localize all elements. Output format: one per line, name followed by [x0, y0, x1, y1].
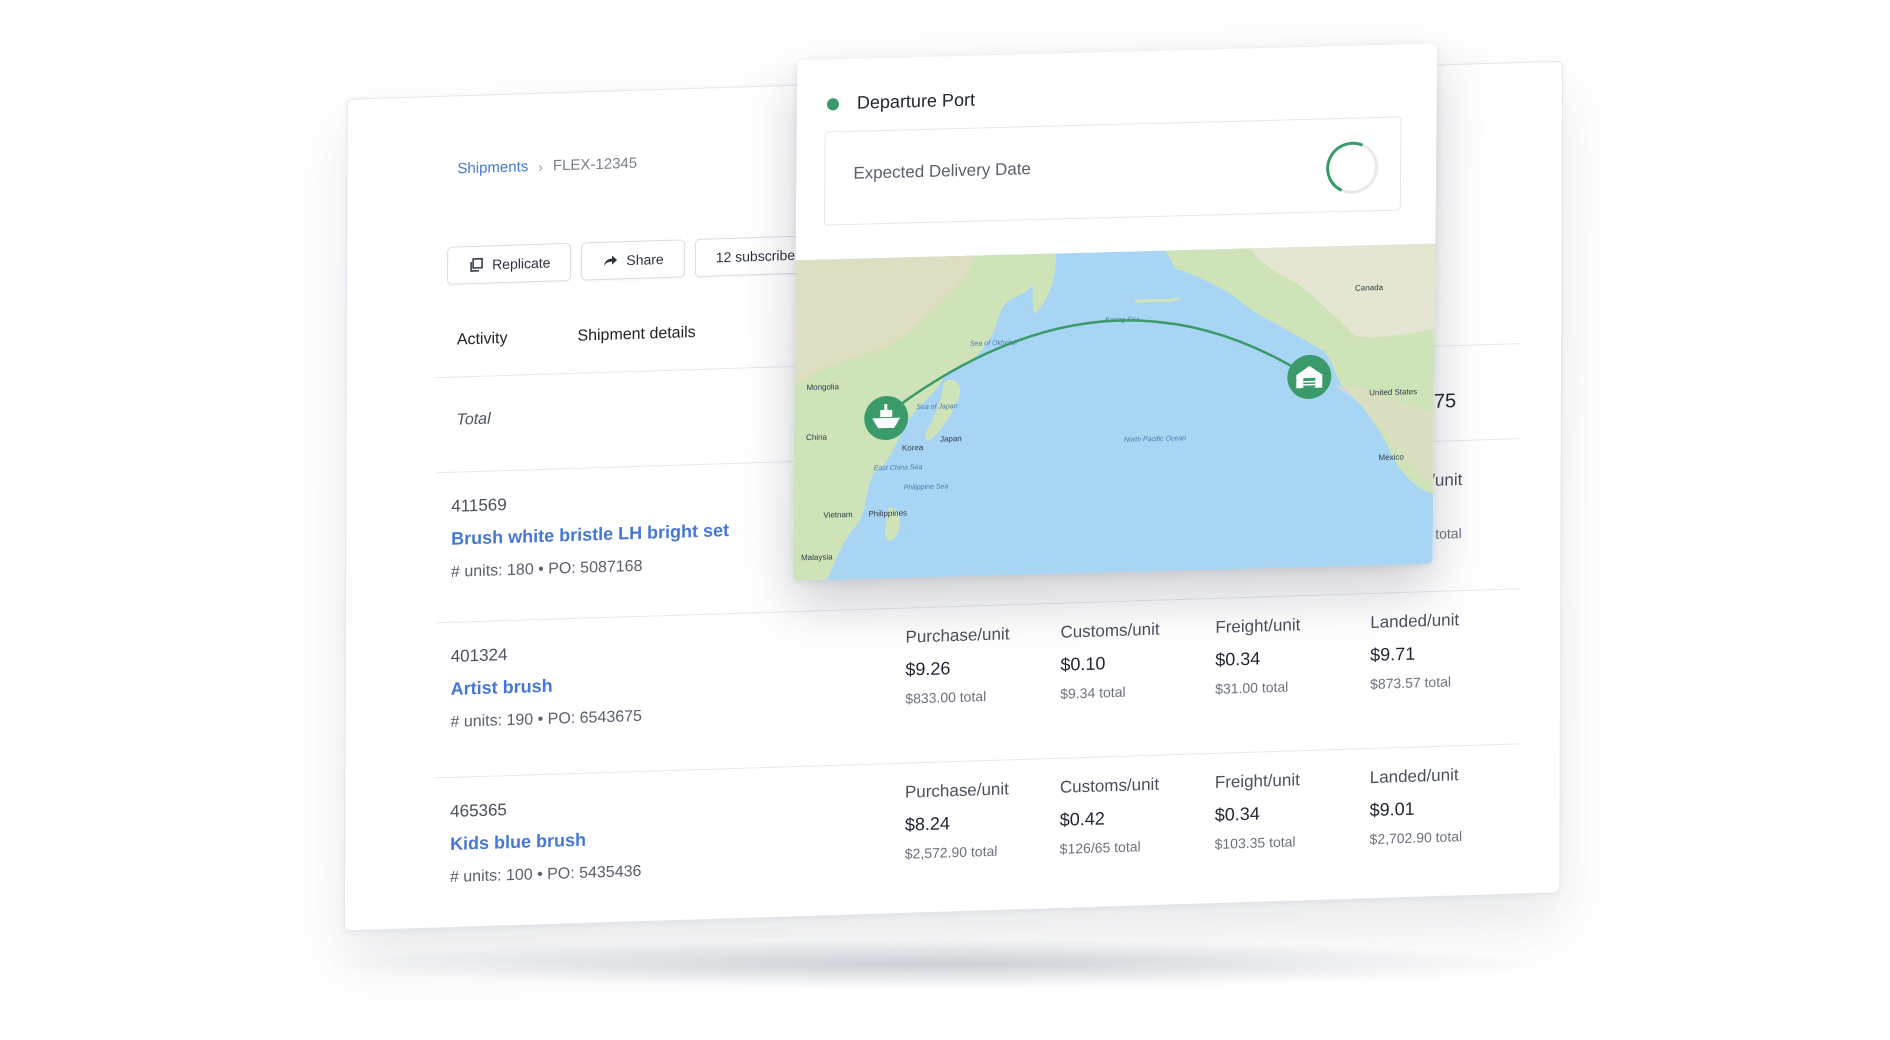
units-po: # units: 190 • PO: 6543675 — [450, 707, 642, 731]
freight-value: $0.34 — [1215, 648, 1261, 670]
share-arrow-icon — [604, 255, 618, 266]
shipment-route-popup: Departure Port Expected Delivery Date Mo… — [792, 43, 1438, 581]
cost-columns: Purchase/unit $8.24 $2,572.90 total Cust… — [904, 763, 1525, 862]
floor-shadow — [330, 940, 1540, 988]
product-link[interactable]: Brush white bristle LH bright set — [451, 520, 729, 550]
customs-column: Customs/unit $0.42 $126/65 total — [1060, 773, 1215, 857]
toolbar: Replicate Share 12 subscribers — [447, 234, 828, 285]
freight-column: Freight/unit $0.34 $103.35 total — [1215, 768, 1370, 852]
customs-column: Customs/unit $0.10 $9.34 total — [1060, 618, 1215, 702]
departure-port-header: Departure Port — [826, 89, 976, 115]
map-label: East China Sea — [874, 464, 923, 472]
purchase-label: Purchase/unit — [905, 624, 1010, 647]
product-link[interactable]: Artist brush — [451, 676, 553, 700]
share-button[interactable]: Share — [581, 239, 685, 281]
tab-shipment-details[interactable]: Shipment details — [577, 324, 695, 346]
freight-total: $103.35 total — [1214, 833, 1296, 852]
breadcrumb-current: FLEX-12345 — [552, 154, 638, 175]
sku: 465365 — [450, 800, 507, 821]
map-label: Malaysia — [801, 552, 833, 562]
expected-delivery-label: Expected Delivery Date — [853, 159, 1032, 183]
customs-total: $9.34 total — [1060, 683, 1126, 702]
landed-column: Landed/unit $9.71 $873.57 total — [1370, 608, 1525, 692]
map-svg: Mongolia China Korea Japan Philippines V… — [792, 243, 1436, 581]
customs-value: $0.42 — [1059, 808, 1105, 830]
units-po: # units: 100 • PO: 5435436 — [449, 862, 642, 887]
total-label: Total — [456, 410, 491, 429]
customs-label: Customs/unit — [1060, 619, 1160, 642]
map-label: Mongolia — [806, 382, 839, 392]
customs-total: $126/65 total — [1059, 838, 1141, 857]
share-label: Share — [626, 250, 664, 269]
table-row[interactable]: 465365 Kids blue brush # units: 100 • PO… — [435, 753, 1520, 937]
status-dot — [826, 97, 840, 110]
freight-total: $31.00 total — [1215, 678, 1289, 697]
map-label: United States — [1369, 387, 1417, 397]
subscribers-label: 12 subscribers — [715, 246, 807, 266]
purchase-total: $833.00 total — [905, 688, 987, 707]
tab-activity[interactable]: Activity — [457, 330, 508, 350]
landed-total: $873.57 total — [1370, 673, 1452, 693]
purchase-total: $2,572.90 total — [904, 842, 998, 862]
map-label: China — [806, 433, 828, 443]
replicate-label: Replicate — [492, 254, 551, 273]
breadcrumb-shipments-link[interactable]: Shipments — [457, 158, 528, 177]
breadcrumb: Shipments › FLEX-12345 — [457, 155, 637, 178]
landed-column: Landed/unit $9.01 $2,702.90 total — [1370, 763, 1525, 847]
purchase-value: $9.26 — [905, 658, 951, 680]
route-map[interactable]: Mongolia China Korea Japan Philippines V… — [792, 243, 1436, 581]
map-label: Philippine Sea — [904, 483, 949, 491]
cost-columns: Purchase/unit $9.26 $833.00 total Custom… — [905, 608, 1525, 707]
loading-spinner-icon — [1318, 133, 1386, 202]
map-label: Philippines — [868, 509, 907, 519]
replicate-button[interactable]: Replicate — [447, 242, 572, 285]
purchase-label: Purchase/unit — [904, 779, 1009, 802]
expected-delivery-box: Expected Delivery Date — [823, 116, 1402, 226]
map-label: Canada — [1355, 283, 1384, 293]
purchase-value: $8.24 — [904, 813, 950, 835]
map-label: Sea of Japan — [916, 403, 957, 411]
landed-label: Landed/unit — [1370, 610, 1460, 632]
customs-value: $0.10 — [1060, 653, 1106, 675]
landed-total: $2,702.90 total — [1369, 828, 1463, 848]
freight-value: $0.34 — [1214, 803, 1260, 825]
map-label: Vietnam — [823, 510, 853, 520]
landed-label: Landed/unit — [1369, 765, 1459, 788]
purchase-column: Purchase/unit $8.24 $2,572.90 total — [904, 778, 1060, 862]
landed-value: $9.01 — [1369, 798, 1415, 821]
freight-label: Freight/unit — [1214, 770, 1300, 792]
landed-value: $9.71 — [1370, 643, 1416, 665]
map-label: Korea — [902, 443, 924, 453]
customs-label: Customs/unit — [1059, 774, 1160, 797]
map-label: Mexico — [1379, 452, 1405, 462]
scene: Shipments › FLEX-12345 Replicate Share 1… — [0, 0, 1890, 1040]
chevron-right-icon: › — [538, 158, 543, 175]
sku: 401324 — [450, 645, 508, 666]
tab-bar: Activity Shipment details — [457, 324, 696, 350]
freight-column: Freight/unit $0.34 $31.00 total — [1215, 613, 1370, 697]
units-po: # units: 180 • PO: 5087168 — [451, 557, 643, 581]
sku: 411569 — [451, 495, 507, 516]
purchase-column: Purchase/unit $9.26 $833.00 total — [905, 623, 1060, 707]
freight-label: Freight/unit — [1215, 615, 1301, 637]
product-link[interactable]: Kids blue brush — [450, 830, 586, 855]
map-label: Japan — [940, 434, 962, 444]
departure-port-label: Departure Port — [856, 89, 976, 113]
copy-icon — [470, 257, 483, 272]
